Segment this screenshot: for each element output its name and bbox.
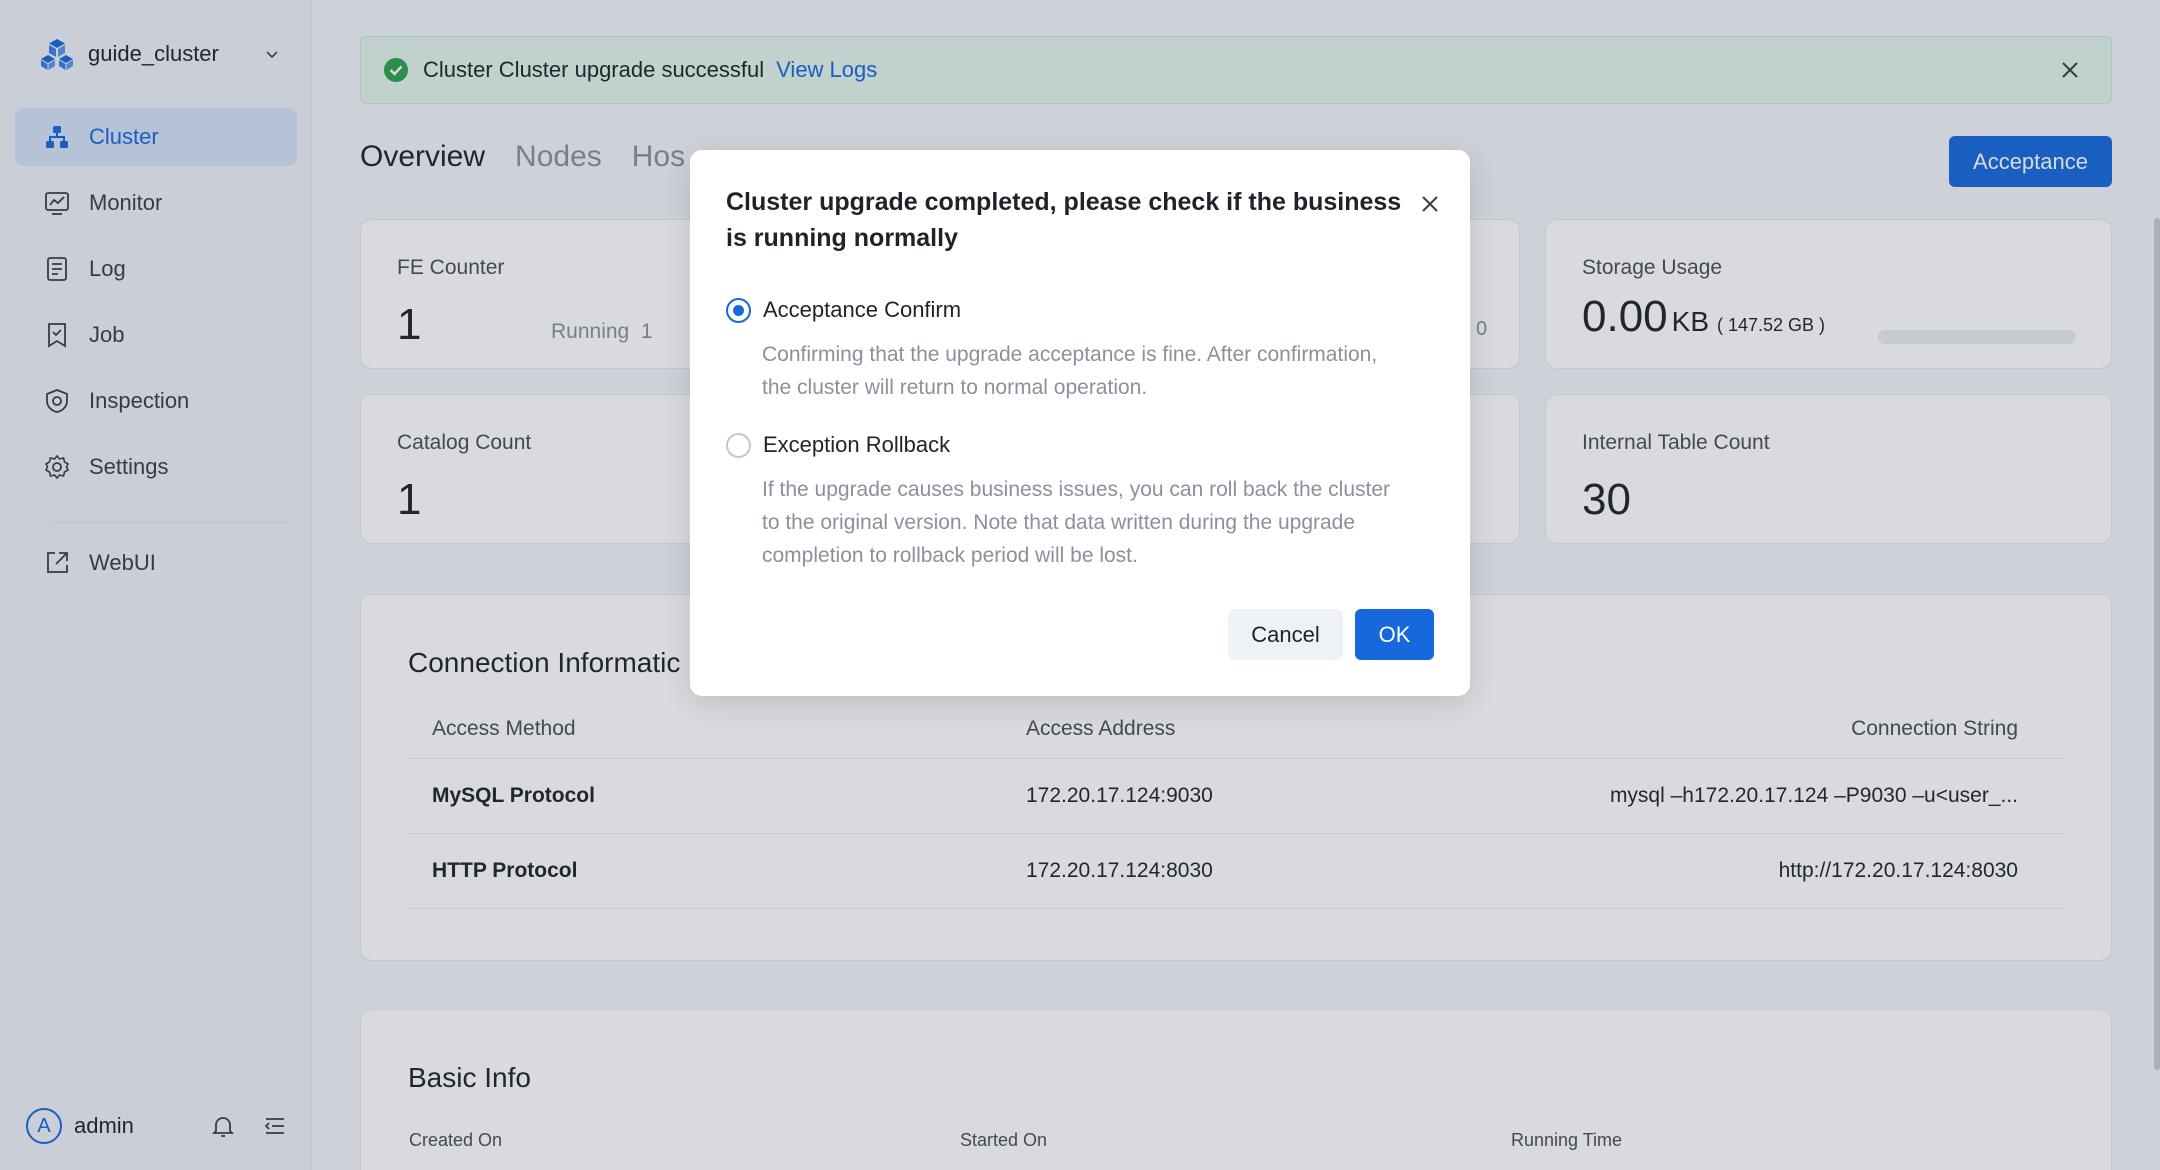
option-description: Confirming that the upgrade acceptance i… bbox=[762, 343, 1378, 399]
close-icon[interactable] bbox=[1418, 192, 1442, 216]
upgrade-acceptance-modal: Cluster upgrade completed, please check … bbox=[690, 150, 1470, 696]
modal-title: Cluster upgrade completed, please check … bbox=[726, 188, 1402, 252]
acceptance-confirm-option[interactable]: Acceptance Confirm bbox=[726, 297, 961, 323]
ok-button[interactable]: OK bbox=[1355, 609, 1434, 660]
option-description: If the upgrade causes business issues, y… bbox=[762, 478, 1391, 567]
option-label: Exception Rollback bbox=[763, 432, 951, 457]
exception-rollback-option[interactable]: Exception Rollback bbox=[726, 432, 950, 458]
radio-checked[interactable] bbox=[726, 297, 751, 323]
cancel-button[interactable]: Cancel bbox=[1228, 609, 1343, 660]
radio-unchecked[interactable] bbox=[726, 432, 751, 458]
option-label: Acceptance Confirm bbox=[763, 297, 962, 322]
